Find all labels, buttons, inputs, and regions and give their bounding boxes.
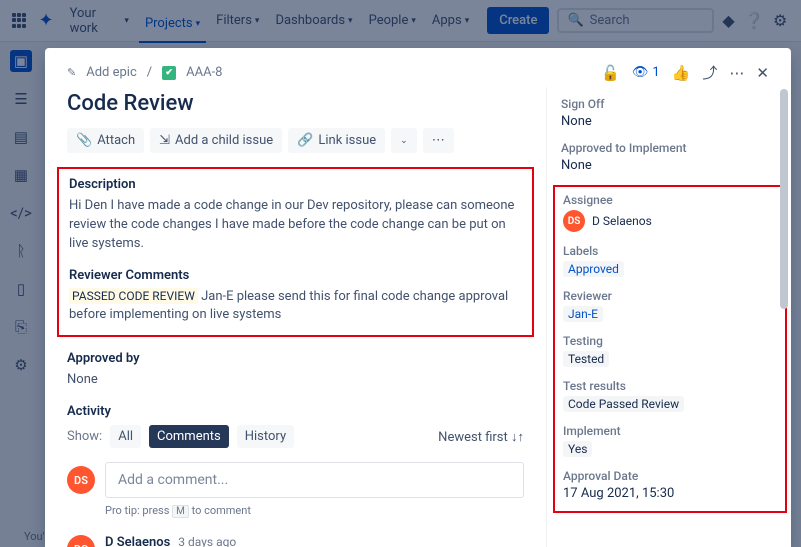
- comment-time: 3 days ago: [178, 535, 236, 547]
- add-epic-link[interactable]: Add epic: [86, 65, 137, 80]
- toolbar: 📎Attach ⇲Add a child issue 🔗Link issue ⌄…: [67, 128, 524, 153]
- comment-input[interactable]: Add a comment...: [105, 462, 524, 498]
- chevron-down-icon: ⌄: [400, 136, 408, 146]
- description-label: Description: [69, 177, 522, 192]
- child-icon: ⇲: [159, 133, 170, 148]
- close-icon[interactable]: ✕: [756, 64, 769, 82]
- eye-icon: 👁: [632, 65, 649, 80]
- attach-icon: 📎: [76, 133, 92, 148]
- tab-comments[interactable]: Comments: [149, 425, 229, 448]
- activity-label: Activity: [67, 404, 524, 419]
- reviewer-comments-label: Reviewer Comments: [69, 268, 522, 283]
- implement-value[interactable]: Yes: [563, 441, 592, 457]
- link-icon: 🔗: [297, 133, 313, 148]
- scrollbar-thumb[interactable]: [780, 89, 788, 309]
- comment-avatar: DS: [67, 535, 95, 547]
- approved-implement-value[interactable]: None: [561, 158, 779, 173]
- issue-key-link[interactable]: AAA-8: [186, 65, 222, 80]
- assignee-avatar: DS: [563, 210, 585, 232]
- sort-newest[interactable]: Newest first ↓↑: [438, 429, 524, 445]
- tab-history[interactable]: History: [237, 425, 294, 448]
- story-issue-icon: ✔: [162, 66, 176, 80]
- testing-label: Testing: [563, 334, 777, 348]
- issue-title[interactable]: Code Review: [67, 91, 524, 116]
- testresults-label: Test results: [563, 379, 777, 393]
- testing-value[interactable]: Tested: [563, 351, 609, 367]
- share-icon[interactable]: ⤴: [702, 62, 717, 83]
- like-icon[interactable]: 👍: [672, 64, 691, 82]
- labels-value[interactable]: Approved: [563, 261, 624, 277]
- approved-by-label: Approved by: [67, 351, 524, 366]
- reviewer-comments-text[interactable]: PASSED CODE REVIEW Jan-E please send thi…: [69, 288, 522, 326]
- link-issue-button[interactable]: 🔗Link issue: [288, 128, 385, 153]
- more-actions-button[interactable]: ⋯: [423, 128, 454, 153]
- modal-header: ✎ Add epic / ✔ AAA-8 🔓 👁1 👍 ⤴ ⋯ ✕: [45, 48, 791, 87]
- header-actions: 🔓 👁1 👍 ⤴ ⋯ ✕: [601, 62, 769, 83]
- issue-modal: ✎ Add epic / ✔ AAA-8 🔓 👁1 👍 ⤴ ⋯ ✕ Code R…: [45, 48, 791, 547]
- more-icon[interactable]: ⋯: [729, 64, 744, 82]
- add-child-button[interactable]: ⇲Add a child issue: [150, 128, 282, 153]
- show-label: Show:: [67, 429, 102, 444]
- reviewer-label: Reviewer: [563, 289, 777, 303]
- reviewer-value[interactable]: Jan-E: [563, 306, 603, 322]
- labels-label: Labels: [563, 244, 777, 258]
- approved-by-value[interactable]: None: [67, 371, 524, 390]
- protip: Pro tip: press M to comment: [105, 504, 524, 517]
- tab-all[interactable]: All: [110, 425, 141, 448]
- description-text[interactable]: Hi Den I have made a code change in our …: [69, 197, 522, 254]
- signoff-label: Sign Off: [561, 97, 779, 111]
- attach-button[interactable]: 📎Attach: [67, 128, 144, 153]
- approvaldate-label: Approval Date: [563, 469, 777, 483]
- assignee-label: Assignee: [563, 193, 777, 207]
- pencil-icon: ✎: [67, 66, 76, 79]
- comment-item: DS D Selaenos3 days ago Thanks Dan now t…: [67, 535, 524, 547]
- comment-author[interactable]: D Selaenos: [105, 535, 170, 547]
- testresults-value[interactable]: Code Passed Review: [563, 396, 684, 412]
- watch-button[interactable]: 👁1: [632, 65, 660, 80]
- issue-main: Code Review 📎Attach ⇲Add a child issue 🔗…: [45, 87, 546, 547]
- highlighted-sidebar: Assignee DSD Selaenos Labels Approved Rev…: [553, 185, 787, 513]
- signoff-value[interactable]: None: [561, 114, 779, 129]
- breadcrumb: ✎ Add epic / ✔ AAA-8: [67, 65, 222, 80]
- review-tag: PASSED CODE REVIEW: [69, 288, 198, 304]
- current-user-avatar: DS: [67, 466, 95, 494]
- highlighted-section: Description Hi Den I have made a code ch…: [57, 167, 534, 337]
- link-dropdown[interactable]: ⌄: [391, 128, 417, 153]
- approvaldate-value[interactable]: 17 Aug 2021, 15:30: [563, 486, 777, 501]
- assignee-value[interactable]: DSD Selaenos: [563, 210, 777, 232]
- implement-label: Implement: [563, 424, 777, 438]
- approved-implement-label: Approved to Implement: [561, 141, 779, 155]
- issue-sidebar: Sign Off None Approved to Implement None A…: [546, 87, 791, 547]
- lock-icon[interactable]: 🔓: [601, 64, 620, 82]
